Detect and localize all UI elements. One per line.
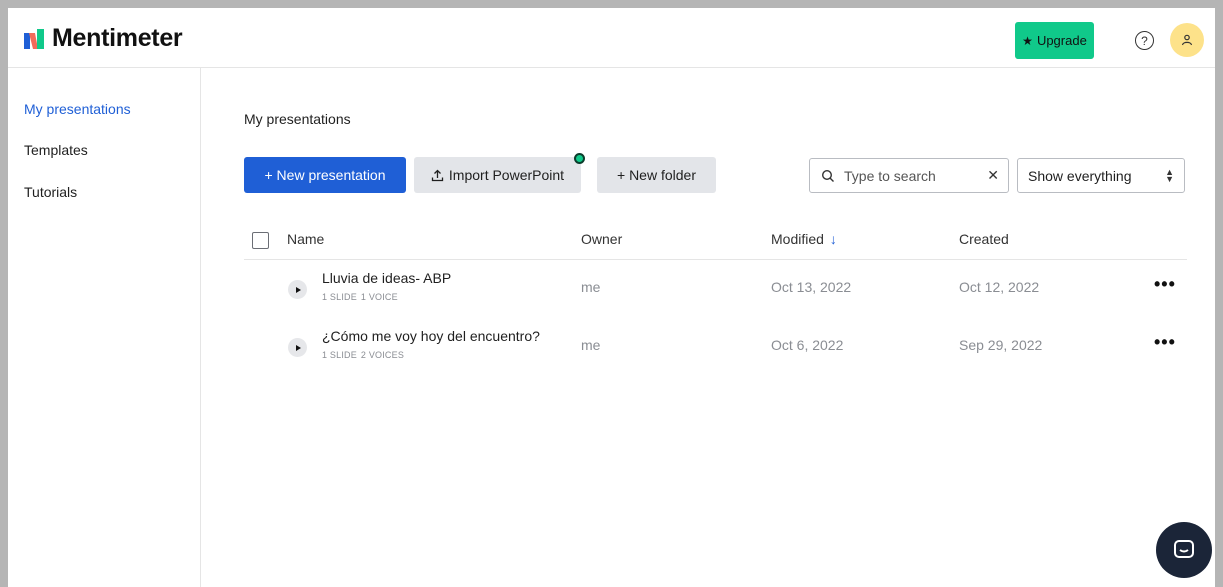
new-presentation-button[interactable]: + New presentation <box>244 157 406 193</box>
avatar-user-icon <box>1181 34 1193 46</box>
created-cell: Sep 29, 2022 <box>959 337 1043 353</box>
slide-count: 1 SLIDE <box>322 292 357 302</box>
sort-down-icon: ↓ <box>829 231 837 247</box>
page-title: My presentations <box>244 111 351 127</box>
presentation-title[interactable]: ¿Cómo me voy hoy del encuentro? <box>322 328 540 344</box>
owner-cell: me <box>581 279 601 295</box>
import-powerpoint-label: Import PowerPoint <box>448 167 565 183</box>
owner-cell: me <box>581 337 601 353</box>
import-powerpoint-button[interactable]: Import PowerPoint <box>414 157 581 193</box>
column-header-modified-label: Modified <box>771 231 824 247</box>
modified-cell: Oct 6, 2022 <box>771 337 844 353</box>
star-icon: ★ <box>1022 33 1033 48</box>
new-feature-badge <box>574 153 585 164</box>
chat-button[interactable] <box>1156 522 1212 578</box>
top-bar: Mentimeter ★ Upgrade ? <box>8 8 1215 68</box>
more-icon[interactable]: ••• <box>1154 274 1176 295</box>
search-input[interactable] <box>844 167 974 184</box>
select-all-checkbox[interactable] <box>252 232 269 249</box>
table-header: Name Owner Modified ↓ Created <box>244 226 1187 260</box>
search-field[interactable]: ✕ <box>809 158 1009 193</box>
more-icon[interactable]: ••• <box>1154 332 1176 353</box>
voice-count: 2 VOICES <box>360 350 405 360</box>
app-window: Mentimeter ★ Upgrade ? My presentations … <box>8 8 1215 587</box>
logo-mark-icon <box>24 28 44 49</box>
table-row[interactable]: ¿Cómo me voy hoy del encuentro? 1 SLIDE 2… <box>244 320 1187 376</box>
filter-select[interactable]: Show everything ▲ ▼ <box>1017 158 1185 193</box>
slide-count: 1 SLIDE <box>322 350 357 360</box>
play-icon[interactable] <box>288 280 307 299</box>
logo-text: Mentimeter <box>52 24 183 52</box>
new-folder-button[interactable]: + New folder <box>597 157 716 193</box>
presentation-title[interactable]: Lluvia de ideas- ABP <box>322 270 451 286</box>
search-icon <box>821 169 834 182</box>
upgrade-label: Upgrade <box>1036 33 1087 48</box>
filter-selected-value: Show everything <box>1028 167 1132 184</box>
avatar[interactable] <box>1170 23 1204 57</box>
help-icon[interactable]: ? <box>1135 31 1154 50</box>
column-header-name[interactable]: Name <box>287 231 324 247</box>
sidebar-item-templates[interactable]: Templates <box>24 142 88 158</box>
upgrade-button[interactable]: ★ Upgrade <box>1015 22 1094 59</box>
column-header-owner[interactable]: Owner <box>581 231 622 247</box>
created-cell: Oct 12, 2022 <box>959 279 1040 295</box>
table-row[interactable]: Lluvia de ideas- ABP 1 SLIDE 1 VOICE me O… <box>244 262 1187 318</box>
presentation-meta: 1 SLIDE 1 VOICE <box>322 292 398 302</box>
sidebar-item-my-presentations[interactable]: My presentations <box>24 101 131 117</box>
sidebar: My presentations Templates Tutorials <box>8 68 201 587</box>
select-arrows-icon: ▲ ▼ <box>1165 167 1174 184</box>
chat-icon <box>1174 540 1194 558</box>
clear-icon[interactable]: ✕ <box>987 167 999 184</box>
voice-count: 1 VOICE <box>360 292 398 302</box>
column-header-created[interactable]: Created <box>959 231 1009 247</box>
presentation-meta: 1 SLIDE 2 VOICES <box>322 350 404 360</box>
upload-icon <box>431 169 444 181</box>
sidebar-item-tutorials[interactable]: Tutorials <box>24 184 77 200</box>
play-icon[interactable] <box>288 338 307 357</box>
column-header-modified[interactable]: Modified ↓ <box>771 231 837 247</box>
logo[interactable]: Mentimeter <box>24 24 183 53</box>
modified-cell: Oct 13, 2022 <box>771 279 852 295</box>
